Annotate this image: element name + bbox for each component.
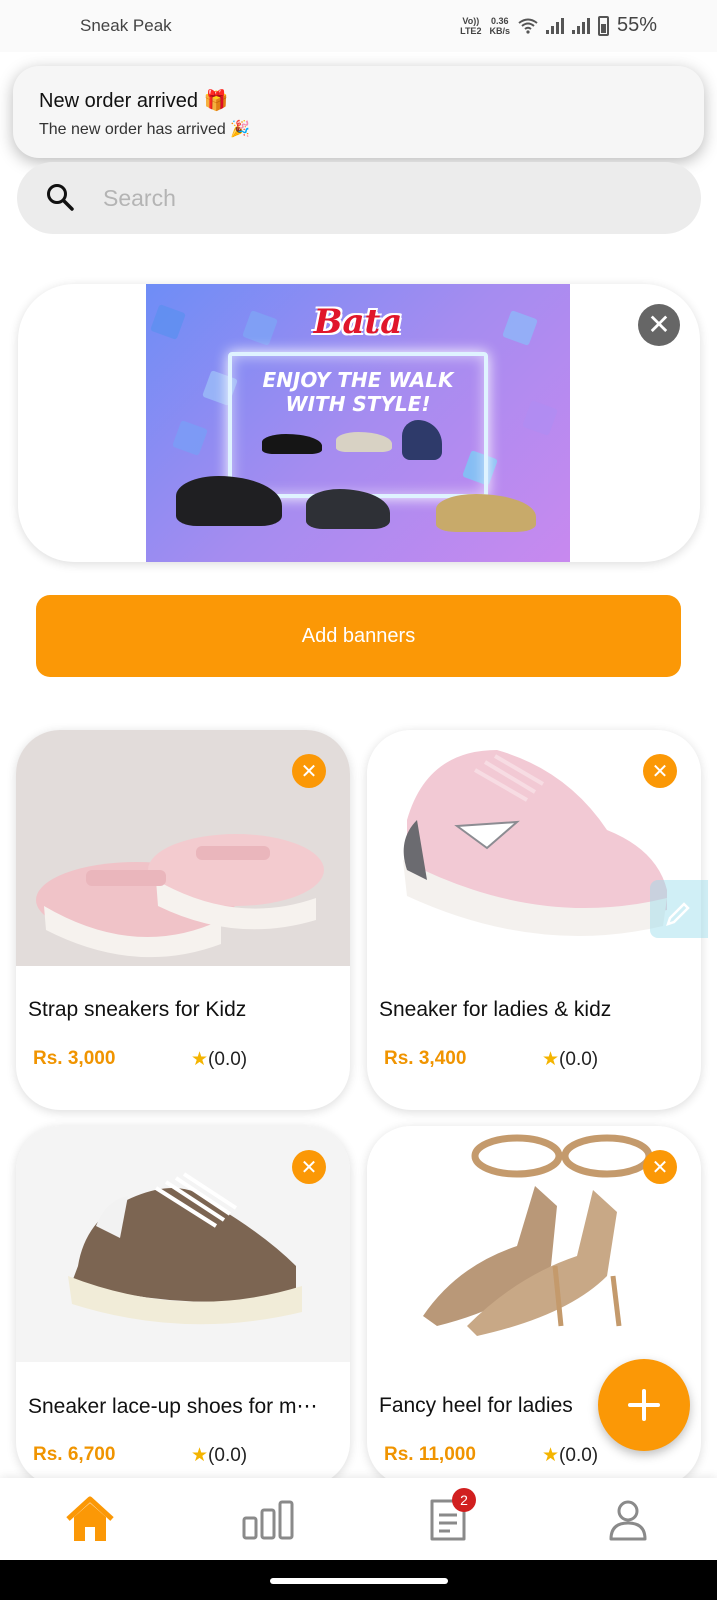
- notification-body: The new order has arrived 🎉: [39, 121, 251, 138]
- battery-icon: [597, 15, 609, 36]
- product-name: Sneaker for ladies & kidz: [379, 998, 612, 1021]
- product-rating: ★(0.0): [542, 1049, 599, 1070]
- home-icon: [66, 1496, 114, 1541]
- signal-icon: [571, 17, 590, 34]
- product-price: Rs. 11,000: [384, 1444, 476, 1465]
- banner-tagline: ENJOY THE WALK WITH STYLE!: [262, 368, 454, 416]
- speed-indicator: 0.36 KB/s: [489, 15, 510, 36]
- status-app-name: Sneak Peak: [80, 16, 172, 35]
- star-icon: ★: [542, 1445, 560, 1466]
- battery-percent: 55%: [616, 14, 657, 36]
- profile-icon: [609, 1500, 647, 1541]
- remove-product-button[interactable]: ✕: [292, 1150, 326, 1184]
- sandal-image: [436, 494, 536, 532]
- star-icon: ★: [542, 1049, 560, 1070]
- remove-product-button[interactable]: ✕: [643, 1150, 677, 1184]
- signal-icon: [545, 17, 564, 34]
- product-name: Sneaker lace-up shoes for m⋯: [28, 1395, 318, 1418]
- product-rating: ★(0.0): [191, 1049, 248, 1070]
- product-card[interactable]: ✕ Strap sneakers for Kidz Rs. 3,000 ★(0.…: [16, 730, 350, 1110]
- banner-image: Bata ENJOY THE WALK WITH STYLE!: [146, 284, 570, 562]
- product-name: Strap sneakers for Kidz: [28, 998, 247, 1021]
- product-card[interactable]: ✕ Sneaker lace-up shoes for m⋯ Rs. 6,700…: [16, 1126, 350, 1486]
- banner-brand-logo: Bata: [313, 302, 403, 342]
- nav-orders[interactable]: 2: [420, 1488, 476, 1548]
- product-price: Rs. 6,700: [33, 1444, 116, 1465]
- nav-home[interactable]: [62, 1492, 118, 1548]
- bottom-nav: 2: [0, 1478, 717, 1560]
- plus-icon: [628, 1389, 660, 1421]
- star-icon: ★: [191, 1049, 209, 1070]
- star-icon: ★: [191, 1445, 209, 1466]
- product-price: Rs. 3,400: [384, 1048, 467, 1069]
- system-nav-bar: [0, 1560, 717, 1600]
- add-banners-button[interactable]: Add banners: [36, 595, 681, 677]
- product-rating: ★(0.0): [542, 1445, 599, 1466]
- status-bar: Sneak Peak Vo)) LTE2 0.36 KB/s 55%: [0, 0, 717, 52]
- stats-icon: [242, 1500, 294, 1540]
- notification-title: New order arrived 🎁: [39, 90, 229, 112]
- pencil-icon: [666, 902, 690, 926]
- home-gesture-pill[interactable]: [270, 1578, 448, 1584]
- remove-product-button[interactable]: ✕: [292, 754, 326, 788]
- orders-badge: 2: [452, 1488, 476, 1512]
- nav-stats[interactable]: [240, 1492, 296, 1548]
- edit-tab[interactable]: [650, 880, 708, 938]
- product-price: Rs. 3,000: [33, 1048, 116, 1069]
- nav-profile[interactable]: [600, 1492, 656, 1548]
- search-bar[interactable]: [17, 162, 701, 234]
- add-product-button[interactable]: [598, 1359, 690, 1451]
- network-indicator: Vo)) LTE2: [460, 15, 482, 36]
- banner-close-button[interactable]: ✕: [638, 304, 680, 346]
- product-rating: ★(0.0): [191, 1445, 248, 1466]
- search-icon: [47, 184, 74, 211]
- status-icons: Vo)) LTE2 0.36 KB/s 55%: [460, 14, 657, 37]
- banner-card: Bata ENJOY THE WALK WITH STYLE! ✕: [18, 284, 700, 562]
- remove-product-button[interactable]: ✕: [643, 754, 677, 788]
- search-input[interactable]: [103, 184, 663, 212]
- notification-toast[interactable]: New order arrived 🎁 The new order has ar…: [13, 66, 704, 158]
- wifi-icon: [518, 18, 538, 34]
